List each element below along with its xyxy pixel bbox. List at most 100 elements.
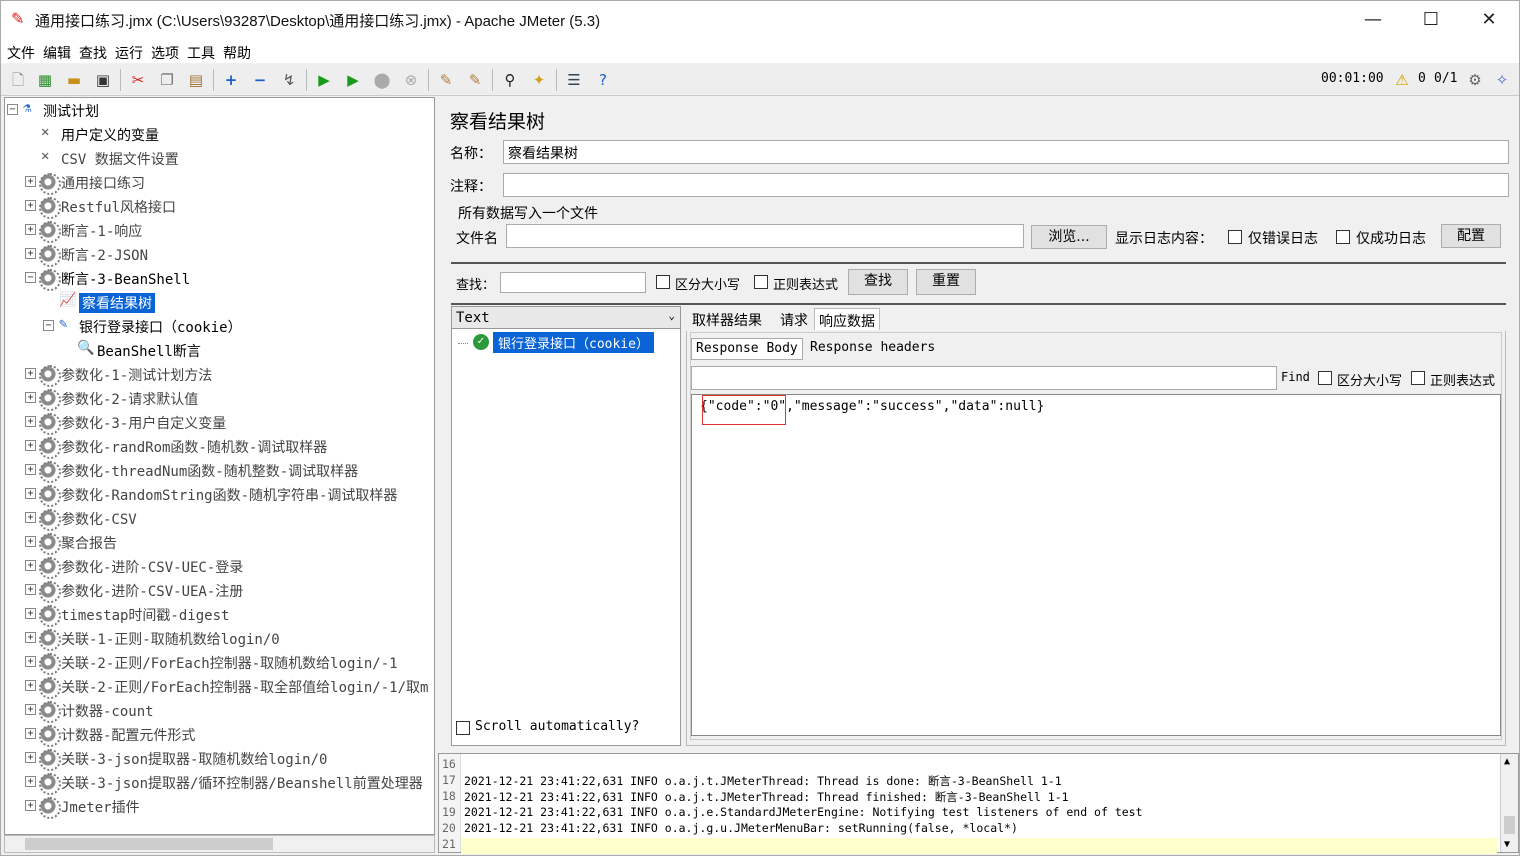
function-helper-icon[interactable]: ☰ <box>563 69 585 91</box>
menu-file[interactable]: 文件 <box>1 39 37 63</box>
menu-help[interactable]: 帮助 <box>217 39 253 63</box>
save-icon[interactable]: ▣ <box>92 69 114 91</box>
close-button[interactable]: ✕ <box>1461 1 1517 39</box>
subtab-response-body[interactable]: Response Body <box>691 338 803 360</box>
expand-icon[interactable]: + <box>25 416 36 427</box>
lafs-icon[interactable]: ✧ <box>1491 69 1513 91</box>
reset-search-icon[interactable]: ✦ <box>528 69 550 91</box>
tree-node[interactable]: − 断言-3-BeanShell <box>5 267 434 291</box>
tab-request[interactable]: 请求 <box>776 308 812 330</box>
new-icon[interactable]: 🗋 <box>7 69 29 91</box>
clear-all-icon[interactable]: ✎ <box>464 69 486 91</box>
start-icon[interactable]: ▶ <box>313 69 335 91</box>
toggle-icon[interactable]: ↯ <box>278 69 300 91</box>
menu-run[interactable]: 运行 <box>109 39 145 63</box>
response-body-text[interactable]: {"code":"0","message":"success","data":n… <box>691 394 1501 736</box>
minimize-button[interactable]: — <box>1345 1 1401 39</box>
collapse-icon[interactable]: − <box>43 320 54 331</box>
tree-node[interactable]: + 关联-3-json提取器/循环控制器/Beanshell前置处理器 <box>5 771 434 795</box>
templates-icon[interactable]: ▦ <box>34 69 56 91</box>
shutdown-icon[interactable]: ⊗ <box>400 69 422 91</box>
find-field[interactable] <box>691 366 1277 390</box>
errors-only-checkbox[interactable] <box>1228 230 1242 244</box>
tree-node[interactable]: + 参数化-进阶-CSV-UEC-登录 <box>5 555 434 579</box>
help-icon[interactable]: ? <box>592 69 614 91</box>
expand-icon[interactable]: + <box>25 392 36 403</box>
open-icon[interactable]: ▬ <box>63 69 85 91</box>
tree-node[interactable]: + 关联-2-正则/ForEach控制器-取全部值给login/-1/取m <box>5 675 434 699</box>
tree-node[interactable]: + 参数化-CSV <box>5 507 434 531</box>
expand-icon[interactable]: + <box>25 608 36 619</box>
find-regex-checkbox[interactable] <box>1411 371 1425 385</box>
tree-node[interactable]: + 聚合报告 <box>5 531 434 555</box>
expand-icon[interactable]: + <box>25 728 36 739</box>
tree-node[interactable]: + 断言-1-响应 <box>5 219 434 243</box>
tree-node[interactable]: + Jmeter插件 <box>5 795 434 819</box>
tree-node[interactable]: + 关联-2-正则/ForEach控制器-取随机数给login/-1 <box>5 651 434 675</box>
expand-icon[interactable]: + <box>220 69 242 91</box>
tree-node[interactable]: + 参数化-3-用户自定义变量 <box>5 411 434 435</box>
copy-icon[interactable]: ❐ <box>156 69 178 91</box>
tab-sampler-result[interactable]: 取样器结果 <box>688 308 766 330</box>
menu-search[interactable]: 查找 <box>73 39 109 63</box>
search-button[interactable]: 查找 <box>848 269 908 295</box>
expand-icon[interactable]: + <box>25 584 36 595</box>
file-name-field[interactable] <box>506 224 1024 248</box>
tree-node[interactable]: + 通用接口练习 <box>5 171 434 195</box>
expand-icon[interactable]: + <box>25 176 36 187</box>
collapse-icon[interactable]: − <box>25 272 36 283</box>
expand-icon[interactable]: + <box>25 632 36 643</box>
search-field[interactable] <box>500 272 646 293</box>
scroll-auto-checkbox[interactable] <box>456 721 470 735</box>
expand-icon[interactable]: + <box>25 464 36 475</box>
tree-node[interactable]: + 关联-3-json提取器-取随机数给login/0 <box>5 747 434 771</box>
tree-node[interactable]: + 参数化-threadNum函数-随机整数-调试取样器 <box>5 459 434 483</box>
expand-icon[interactable]: + <box>25 512 36 523</box>
tree-node[interactable]: + 计数器-count <box>5 699 434 723</box>
clear-icon[interactable]: ✎ <box>435 69 457 91</box>
menu-options[interactable]: 选项 <box>145 39 181 63</box>
tree-node[interactable]: + timestap时间戳-digest <box>5 603 434 627</box>
maximize-button[interactable]: ☐ <box>1403 1 1459 39</box>
start-no-pause-icon[interactable]: ▶ <box>342 69 364 91</box>
tree-node[interactable]: ✕ 用户定义的变量 <box>5 123 434 145</box>
cut-icon[interactable]: ✂ <box>127 69 149 91</box>
regex-checkbox[interactable] <box>754 275 768 289</box>
configure-button[interactable]: 配置 <box>1441 224 1501 248</box>
renderer-select[interactable]: Text ⌄ <box>452 307 680 329</box>
expand-icon[interactable]: + <box>25 800 36 811</box>
tree-node[interactable]: − ⚗ 测试计划 <box>5 99 434 121</box>
expand-icon[interactable]: + <box>25 704 36 715</box>
comment-field[interactable] <box>503 173 1509 197</box>
expand-icon[interactable]: + <box>25 536 36 547</box>
tree-node[interactable]: + 断言-2-JSON <box>5 243 434 267</box>
stop-icon[interactable]: ⬤ <box>371 69 393 91</box>
tree-node[interactable]: + 关联-1-正则-取随机数给login/0 <box>5 627 434 651</box>
collapse-icon[interactable]: − <box>249 69 271 91</box>
expand-icon[interactable]: + <box>25 752 36 763</box>
menu-edit[interactable]: 编辑 <box>37 39 73 63</box>
find-case-checkbox[interactable] <box>1318 371 1332 385</box>
case-sensitive-checkbox[interactable] <box>656 275 670 289</box>
expand-icon[interactable]: + <box>25 776 36 787</box>
reset-button[interactable]: 重置 <box>916 269 976 295</box>
paste-icon[interactable]: ▤ <box>185 69 207 91</box>
splitter-2[interactable] <box>451 303 1506 305</box>
tree-node[interactable]: + Restful风格接口 <box>5 195 434 219</box>
tree-node[interactable]: 📈 察看结果树 <box>5 291 434 313</box>
remote-icon[interactable]: ⚙ <box>1464 69 1486 91</box>
subtab-response-headers[interactable]: Response headers <box>806 338 939 360</box>
search-icon[interactable]: ⚲ <box>499 69 521 91</box>
expand-icon[interactable]: + <box>25 656 36 667</box>
tree-node[interactable]: + 计数器-配置元件形式 <box>5 723 434 747</box>
success-only-checkbox[interactable] <box>1336 230 1350 244</box>
tree-node[interactable]: + 参数化-RandomString函数-随机字符串-调试取样器 <box>5 483 434 507</box>
expand-icon[interactable]: + <box>25 200 36 211</box>
expand-icon[interactable]: + <box>25 224 36 235</box>
expand-icon[interactable]: + <box>25 368 36 379</box>
log-vertical-scrollbar[interactable]: ▲ ▼ <box>1500 754 1518 852</box>
tree-node[interactable]: − ✎ 银行登录接口（cookie） <box>5 315 434 337</box>
collapse-icon[interactable]: − <box>7 104 18 115</box>
tree-node[interactable]: + 参数化-1-测试计划方法 <box>5 363 434 387</box>
splitter[interactable] <box>451 262 1506 264</box>
